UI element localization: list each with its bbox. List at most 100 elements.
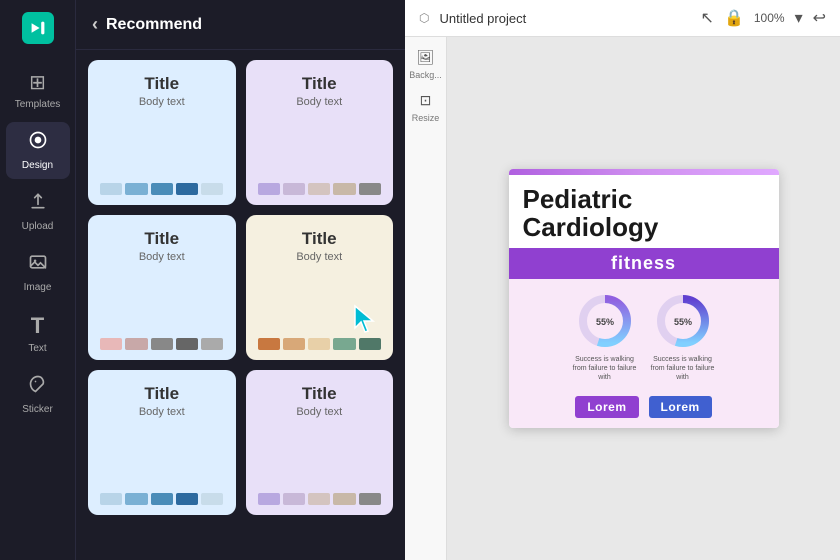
card5-body: Body text [100, 406, 224, 418]
sidebar-label-upload: Upload [22, 221, 54, 232]
slide-title-line2: Cardiology [523, 212, 659, 242]
swatch [151, 493, 173, 505]
template-grid: Title Body text Title Body text [88, 60, 393, 515]
card1-body: Body text [100, 96, 224, 108]
slide-title-area: Pediatric Cardiology [509, 175, 779, 248]
template-card-3[interactable]: Title Body text [88, 215, 236, 360]
slide-title-line1: Pediatric [523, 184, 633, 214]
swatch [333, 493, 355, 505]
cursor-pointer [351, 304, 379, 342]
svg-text:55%: 55% [595, 317, 613, 327]
recommend-panel: ‹ Recommend Title Body text [75, 0, 405, 560]
swatch [333, 183, 355, 195]
zoom-dropdown-icon[interactable]: ▾ [795, 8, 803, 28]
lorem-bars: Lorem Lorem [509, 390, 779, 428]
card4-body: Body text [258, 251, 382, 263]
swatch [100, 183, 122, 195]
fitness-label: fitness [611, 253, 676, 273]
swatch [201, 493, 223, 505]
design-icon [28, 130, 48, 156]
donut-svg-1: 55% [575, 291, 635, 351]
card6-body: Body text [258, 406, 382, 418]
sidebar-label-text: Text [28, 343, 46, 354]
image-icon [28, 252, 48, 278]
swatch [333, 338, 355, 350]
card1-title: Title [100, 74, 224, 94]
background-tool[interactable]: 🖼 Backg... [409, 45, 442, 80]
swatch [258, 493, 280, 505]
panel-header: ‹ Recommend [76, 0, 405, 50]
swatch [258, 183, 280, 195]
sidebar: ⊞ Templates Design Upload Image T Text S… [0, 0, 75, 560]
lock-icon[interactable]: 🔒 [724, 8, 744, 28]
card3-swatches [100, 338, 224, 350]
sidebar-label-image: Image [24, 282, 52, 293]
sticker-icon [28, 374, 48, 400]
template-card-2[interactable]: Title Body text [246, 60, 394, 205]
sidebar-item-text[interactable]: T Text [6, 305, 70, 362]
panel-content: Title Body text Title Body text [76, 50, 405, 560]
card4-title: Title [258, 229, 382, 249]
back-button[interactable]: ‹ [92, 14, 98, 35]
card5-swatches [100, 493, 224, 505]
template-card-1[interactable]: Title Body text [88, 60, 236, 205]
template-card-6[interactable]: Title Body text [246, 370, 394, 515]
swatch [283, 338, 305, 350]
background-icon: 🖼 [413, 45, 439, 70]
swatch [359, 493, 381, 505]
svg-text:55%: 55% [673, 317, 691, 327]
resize-label: Resize [412, 113, 440, 123]
chart1-caption: Success is walking from failure to failu… [571, 355, 639, 382]
swatch [283, 183, 305, 195]
resize-icon: ⊡ [416, 88, 436, 113]
zoom-level[interactable]: 100% [754, 11, 785, 25]
resize-tool[interactable]: ⊡ Resize [412, 88, 440, 123]
canvas-area: Pediatric Cardiology fitness [447, 37, 840, 560]
editor-logo-small: ⬡ [419, 11, 429, 25]
card2-title: Title [258, 74, 382, 94]
text-icon: T [31, 313, 44, 339]
sidebar-item-templates[interactable]: ⊞ Templates [6, 62, 70, 118]
templates-icon: ⊞ [29, 70, 46, 95]
swatch [258, 338, 280, 350]
sidebar-item-sticker[interactable]: Sticker [6, 366, 70, 423]
card6-swatches [258, 493, 382, 505]
editor-canvas-wrap: 🖼 Backg... ⊡ Resize Pediatric Cardiology [405, 37, 840, 560]
swatch [151, 183, 173, 195]
editor-toolbar: ⬡ Untitled project ↖ 🔒 100% ▾ ↩ [405, 0, 840, 37]
swatch [359, 183, 381, 195]
charts-area: 55% Success is walking from failure to f… [509, 279, 779, 390]
slide-fitness-bar: fitness [509, 248, 779, 279]
swatch [151, 338, 173, 350]
lorem-badge-1: Lorem [575, 396, 638, 418]
swatch [125, 183, 147, 195]
slide-main-title: Pediatric Cardiology [523, 185, 765, 242]
slide-preview: Pediatric Cardiology fitness [509, 169, 779, 428]
swatch [201, 338, 223, 350]
sidebar-item-design[interactable]: Design [6, 122, 70, 179]
sidebar-item-upload[interactable]: Upload [6, 183, 70, 240]
swatch [125, 493, 147, 505]
swatch [283, 493, 305, 505]
card3-body: Body text [100, 251, 224, 263]
sidebar-item-image[interactable]: Image [6, 244, 70, 301]
sidebar-label-design: Design [22, 160, 53, 171]
more-options-icon[interactable]: ↩ [813, 8, 826, 28]
card5-title: Title [100, 384, 224, 404]
card2-body: Body text [258, 96, 382, 108]
cursor-tool-icon[interactable]: ↖ [701, 8, 714, 28]
donut-chart-1: 55% Success is walking from failure to f… [571, 291, 639, 382]
donut-chart-2: 55% Success is walking from failure to f… [649, 291, 717, 382]
card2-swatches [258, 183, 382, 195]
template-card-4[interactable]: Title Body text [246, 215, 394, 360]
panel-title: Recommend [106, 16, 202, 34]
background-label: Backg... [409, 70, 442, 80]
project-name[interactable]: Untitled project [439, 11, 690, 26]
swatch [176, 493, 198, 505]
template-card-5[interactable]: Title Body text [88, 370, 236, 515]
editor-right-panel: 🖼 Backg... ⊡ Resize [405, 37, 447, 560]
card4-swatches [258, 338, 382, 350]
swatch [308, 493, 330, 505]
editor-area: ⬡ Untitled project ↖ 🔒 100% ▾ ↩ 🖼 Backg.… [405, 0, 840, 560]
swatch [100, 338, 122, 350]
